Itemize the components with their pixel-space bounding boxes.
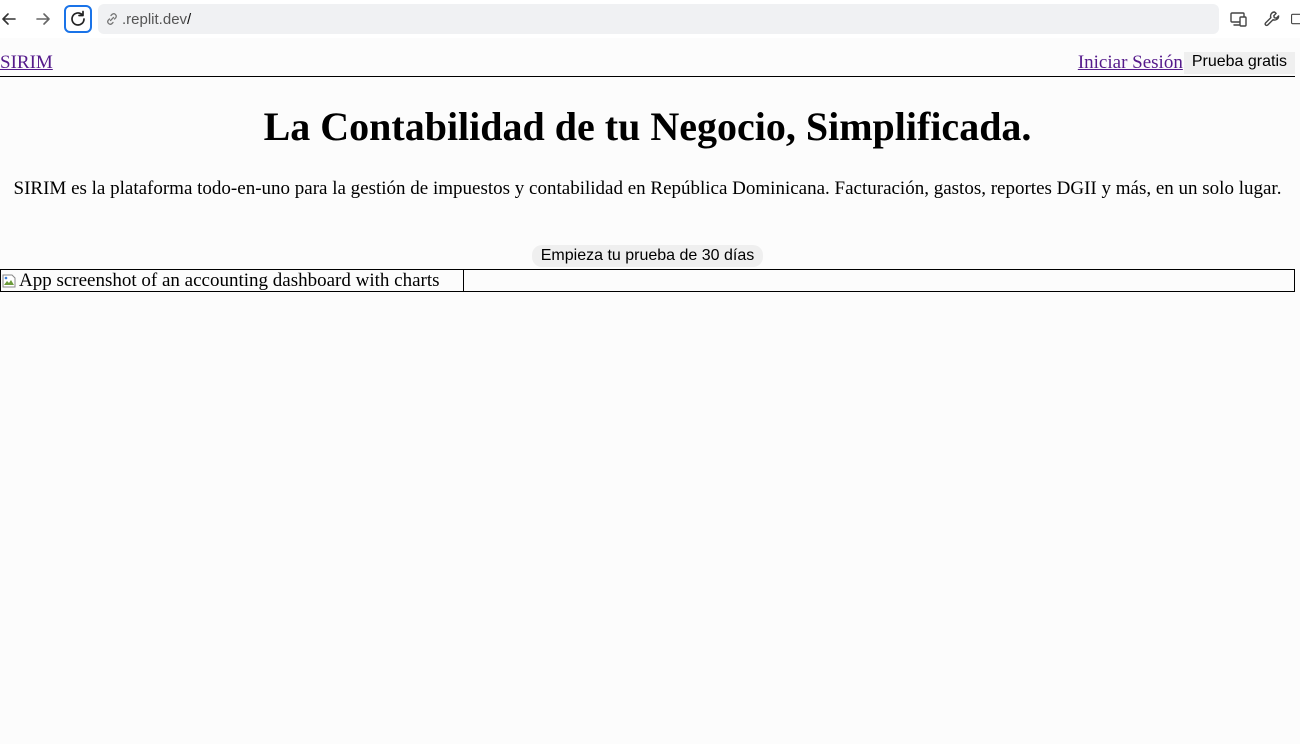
arrow-left-icon [2, 13, 16, 25]
back-button[interactable] [0, 5, 23, 33]
panel-icon [1291, 13, 1300, 25]
forward-button[interactable] [29, 5, 57, 33]
url-host: .replit.dev [122, 10, 188, 28]
hero-image: App screenshot of an accounting dashboar… [1, 270, 464, 291]
cta-container: Empieza tu prueba de 30 días [0, 245, 1295, 267]
device-toolbar-icon [1230, 12, 1247, 27]
start-trial-button[interactable]: Empieza tu prueba de 30 días [531, 245, 764, 267]
page-content: SIRIM Iniciar Sesión Prueba gratis La Co… [0, 38, 1300, 744]
hero-title: La Contabilidad de tu Negocio, Simplific… [263, 104, 1032, 149]
header-actions: Iniciar Sesión Prueba gratis [1078, 52, 1295, 74]
sidebar-button[interactable] [1290, 5, 1300, 33]
login-link[interactable]: Iniciar Sesión [1078, 52, 1183, 74]
brand-link[interactable]: SIRIM [0, 52, 53, 74]
link-icon [107, 13, 117, 25]
url-path: / [187, 10, 192, 28]
site-header: SIRIM Iniciar Sesión Prueba gratis [0, 52, 1295, 77]
arrow-right-icon [36, 13, 50, 25]
address-bar[interactable]: .replit.dev / [98, 4, 1219, 34]
device-toolbar-button[interactable] [1225, 5, 1253, 33]
reload-button[interactable] [64, 5, 92, 33]
free-trial-button[interactable]: Prueba gratis [1183, 52, 1295, 74]
broken-image-icon [2, 274, 16, 287]
hero-image-frame: App screenshot of an accounting dashboar… [0, 269, 1295, 292]
tools-button[interactable] [1258, 5, 1286, 33]
reload-icon [71, 10, 85, 26]
hero-subtitle: SIRIM es la plataforma todo-en-uno para … [13, 178, 1282, 199]
wrench-icon [1264, 11, 1280, 27]
browser-toolbar: .replit.dev / [0, 0, 1300, 38]
hero-image-alt: App screenshot of an accounting dashboar… [19, 270, 440, 291]
